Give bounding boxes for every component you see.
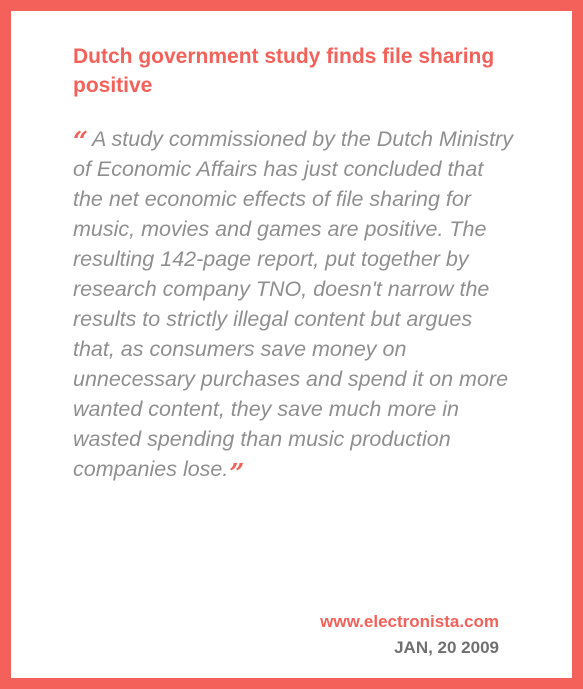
quote-text: A study commissioned by the Dutch Minist… xyxy=(73,127,513,481)
article-title: Dutch government study finds file sharin… xyxy=(73,45,495,97)
quote-card: Dutch government study finds file sharin… xyxy=(0,0,583,689)
close-quote-mark: ” xyxy=(229,459,245,489)
publish-date: JAN, 20 2009 xyxy=(394,638,499,657)
open-quote-mark: “ xyxy=(73,127,88,157)
source-link[interactable]: www.electronista.com xyxy=(320,611,499,633)
article-quote: “A study commissioned by the Dutch Minis… xyxy=(73,124,513,487)
